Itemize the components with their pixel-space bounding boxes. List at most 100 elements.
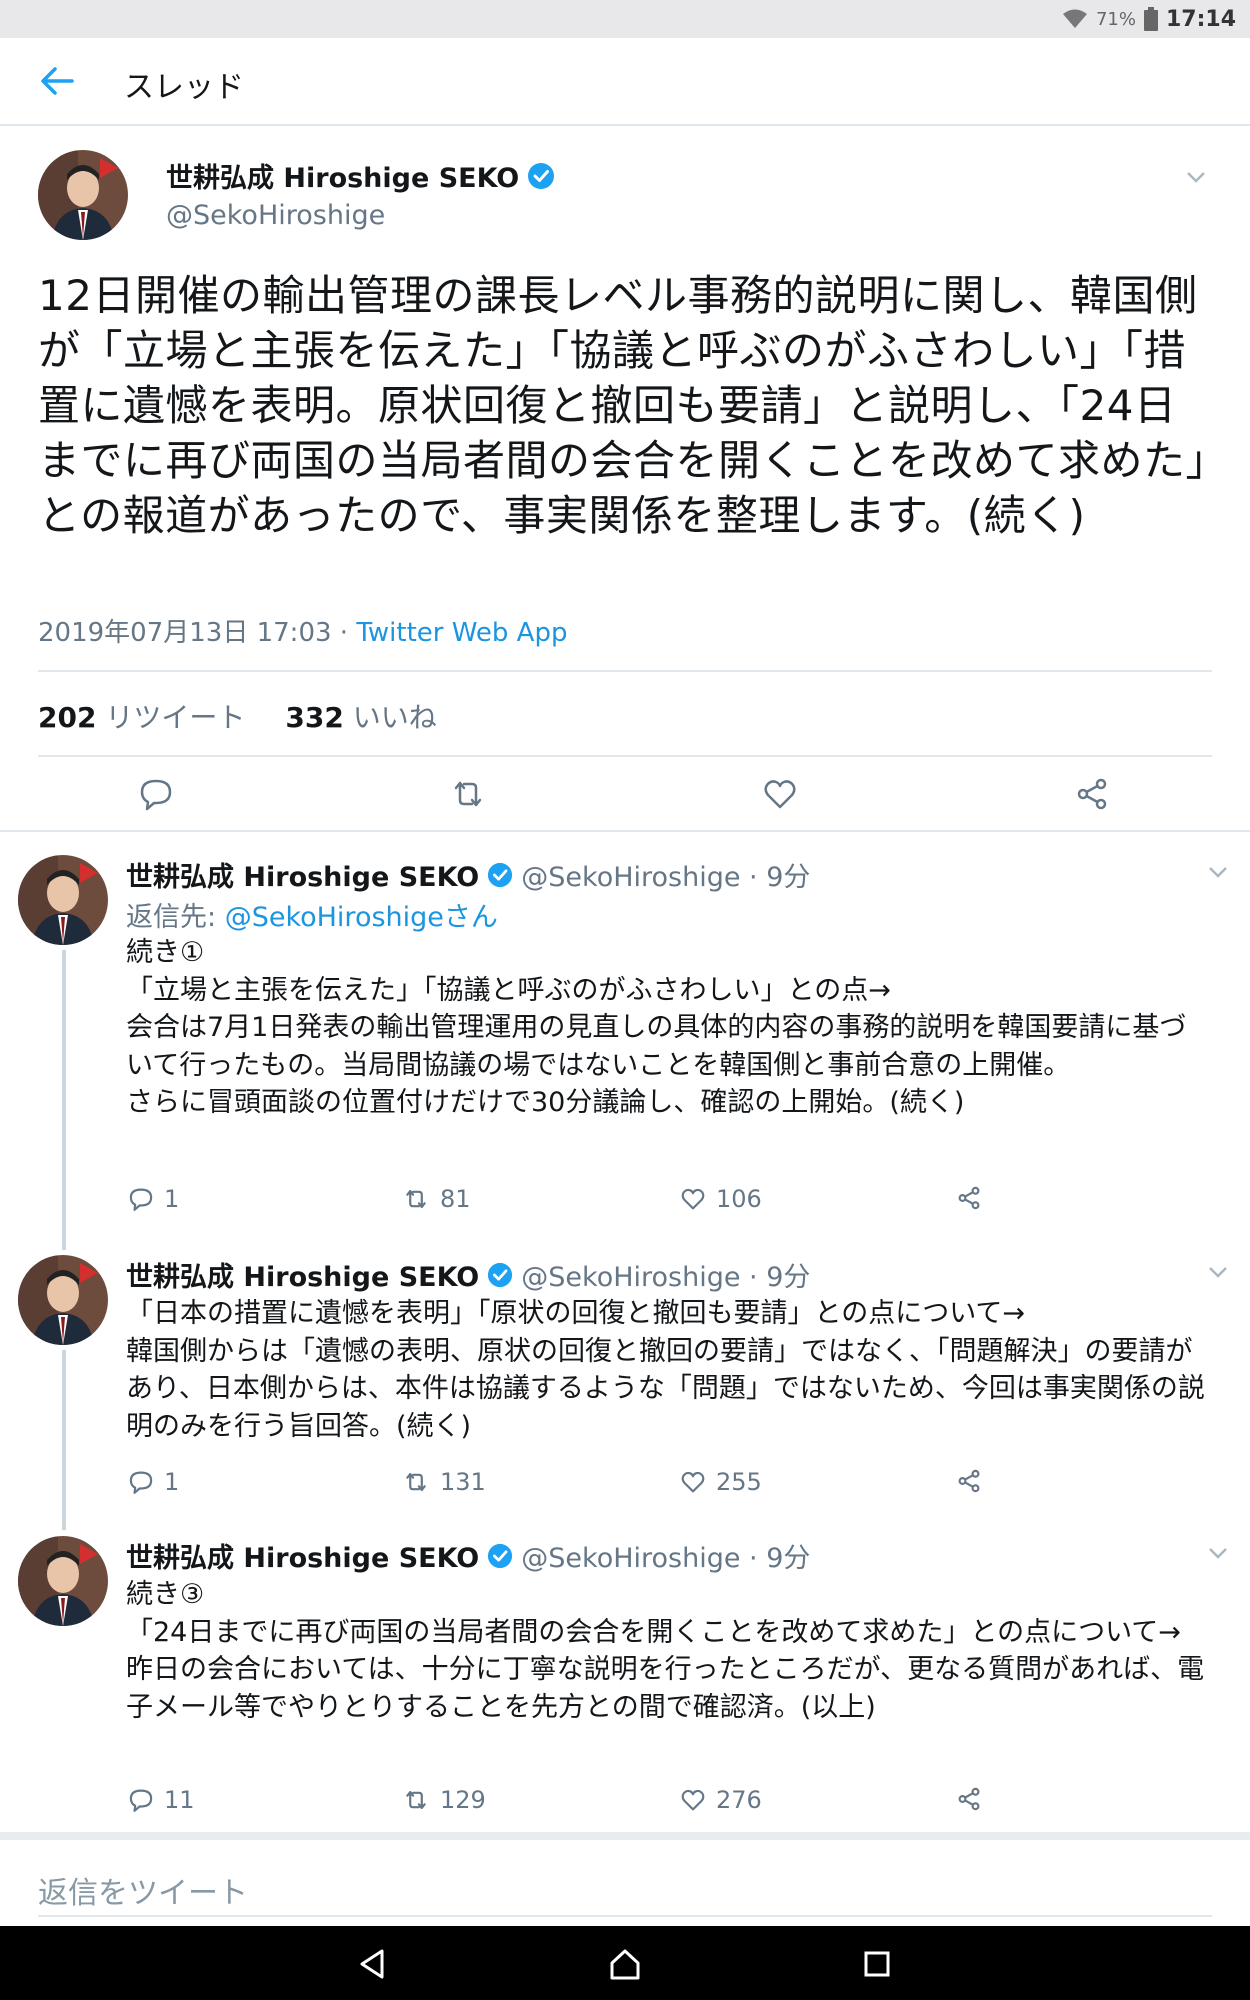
app-header: スレッド [0,38,1250,126]
retweet-icon[interactable] [450,776,486,812]
chevron-down-icon[interactable] [1186,170,1206,184]
author-name[interactable]: 世耕弘成 Hiroshige SEKO [126,1536,479,1575]
reply-header: 世耕弘成 Hiroshige SEKO @SekoHiroshige · 9分 [126,1255,810,1294]
chevron-down-icon[interactable] [1208,865,1228,879]
reply-icon [129,1471,153,1494]
avatar[interactable] [18,855,108,945]
author-handle[interactable]: @SekoHiroshige · 9分 [521,1255,810,1294]
author-handle[interactable]: @SekoHiroshige · 9分 [521,855,810,894]
like-button[interactable]: 255 [680,1468,762,1496]
wifi-icon [1062,9,1087,28]
reply-icon [129,1789,153,1812]
reply-count: 1 [164,1468,180,1496]
like-button[interactable]: 276 [680,1786,762,1814]
share-button[interactable] [956,1786,982,1812]
back-triangle-icon[interactable] [355,1946,391,1982]
tweet-meta: 2019年07月13日 17:03 · Twitter Web App [38,612,567,649]
like-count: 276 [716,1786,762,1814]
avatar[interactable] [38,150,128,240]
reply-to-mention[interactable]: @SekoHiroshigeさん [225,902,498,933]
reply-button[interactable]: 11 [128,1786,195,1814]
chevron-down-icon[interactable] [1208,1546,1228,1560]
retweet-icon [406,1189,426,1209]
reply-to-prefix: 返信先: [126,902,225,933]
reply-count: 11 [164,1786,195,1814]
retweet-button[interactable]: 129 [402,1786,486,1814]
reply-icon [129,1188,153,1211]
reply-actions: 11 129 276 [126,1786,1026,1820]
verified-badge-icon [488,1543,513,1568]
retweet-label: リツイート [105,701,246,734]
avatar[interactable] [18,1536,108,1626]
author-row: 世耕弘成 Hiroshige SEKO [166,156,555,195]
share-icon [958,1787,980,1811]
recents-icon[interactable] [859,1946,895,1982]
compose-bar-divider [0,1832,1250,1840]
retweet-icon [406,1472,426,1492]
reply-text: 続き① 「立場と主張を伝えた」「協議と呼ぶのがふさわしい」との点→ 会合は7月1… [126,937,1187,1118]
reply-button[interactable]: 1 [128,1185,179,1213]
reply-icon[interactable] [138,776,174,812]
retweet-count: 81 [440,1185,471,1213]
retweet-count: 129 [440,1786,486,1814]
author-name[interactable]: 世耕弘成 Hiroshige SEKO [166,156,519,195]
chevron-down-icon[interactable] [1208,1265,1228,1279]
heart-icon [681,1188,705,1210]
source-app-link[interactable]: Twitter Web App [356,618,567,648]
reply-button[interactable]: 1 [128,1468,179,1496]
verified-badge-icon [488,862,513,887]
share-icon [958,1469,980,1493]
reply-input[interactable]: 返信をツイート [38,1860,1212,1920]
like-count: 332 [285,701,344,734]
reply-count: 1 [164,1185,180,1213]
share-button[interactable] [956,1185,982,1211]
share-icon [958,1186,980,1210]
like-count: 106 [716,1185,762,1213]
reply-header: 世耕弘成 Hiroshige SEKO @SekoHiroshige · 9分 [126,855,810,894]
home-icon[interactable] [607,1946,643,1982]
verified-badge-icon [528,162,555,189]
reply-to-line: 返信先: @SekoHiroshigeさん [126,895,498,934]
battery-percent: 71% [1095,8,1136,30]
retweet-button[interactable]: 81 [402,1185,471,1213]
like-stat[interactable]: 332 いいね [285,696,436,736]
divider [38,755,1212,757]
status-icons: 71% 17:14 [1062,4,1236,34]
retweet-count: 131 [440,1468,486,1496]
clock: 17:14 [1165,6,1236,32]
reply-actions: 1 131 255 [126,1468,1026,1502]
like-count: 255 [716,1468,762,1496]
retweet-count: 202 [38,701,97,734]
divider [38,670,1212,672]
meta-separator: · [339,618,357,648]
reply-header: 世耕弘成 Hiroshige SEKO @SekoHiroshige · 9分 [126,1536,810,1575]
page-title: スレッド [124,70,244,105]
share-icon[interactable] [1074,776,1110,812]
retweet-button[interactable]: 131 [402,1468,486,1496]
like-button[interactable]: 106 [680,1185,762,1213]
battery-icon [1143,7,1158,31]
reply-text: 「日本の措置に遺憾を表明」「原状の回復と撤回も要請」との点について→ 韓国側から… [126,1298,1205,1442]
status-bar: 71% 17:14 [0,0,1250,38]
author-handle[interactable]: @SekoHiroshige [166,200,385,231]
heart-icon [681,1789,705,1811]
retweet-icon [406,1790,426,1810]
heart-icon [681,1471,705,1493]
retweet-stat[interactable]: 202 リツイート [38,696,245,736]
heart-icon[interactable] [762,776,798,812]
reply-actions: 1 81 106 [126,1185,1026,1219]
thread-connector [62,950,66,1250]
tweet-timestamp: 2019年07月13日 17:03 [38,618,332,648]
share-button[interactable] [956,1468,982,1494]
back-arrow-icon[interactable] [40,66,74,96]
tweet-actions [0,770,1250,820]
tweet-stats: 202 リツイート 332 いいね [38,696,437,736]
author-name[interactable]: 世耕弘成 Hiroshige SEKO [126,855,479,894]
author-handle[interactable]: @SekoHiroshige · 9分 [521,1536,810,1575]
verified-badge-icon [488,1262,513,1287]
avatar[interactable] [18,1255,108,1345]
author-name[interactable]: 世耕弘成 Hiroshige SEKO [126,1255,479,1294]
section-divider [0,830,1250,832]
reply-input-underline [38,1915,1212,1917]
thread-connector [62,1350,66,1530]
